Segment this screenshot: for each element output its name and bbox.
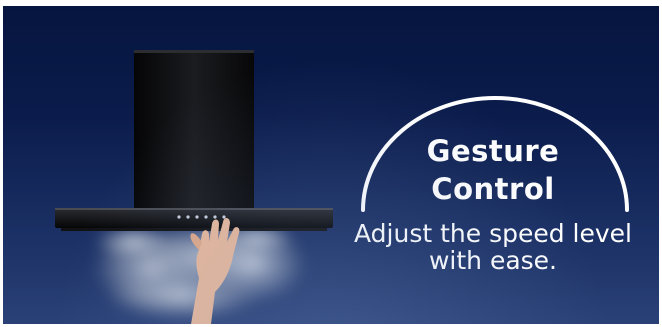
feature-description: Adjust the speed level with ease.: [343, 220, 643, 274]
headline-title: Gesture Control: [383, 132, 603, 208]
description-line-1: Adjust the speed level: [354, 219, 632, 248]
hood-canopy: [55, 208, 333, 231]
headline-line-1: Gesture: [426, 134, 560, 168]
headline-line-2: Control: [431, 172, 555, 206]
hood-chimney: [134, 50, 254, 213]
description-line-2: with ease.: [428, 246, 558, 275]
gesture-control-banner: Gesture Control Adjust the speed level w…: [3, 6, 659, 324]
